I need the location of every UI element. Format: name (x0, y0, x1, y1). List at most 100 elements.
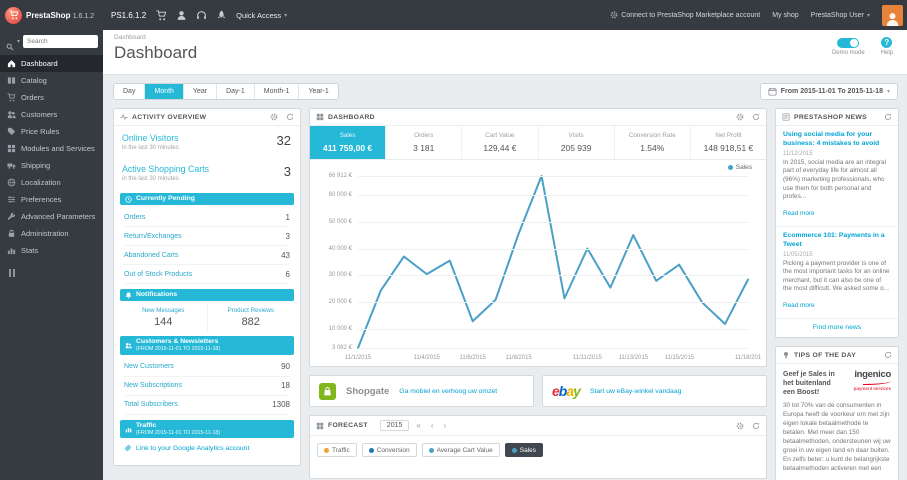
read-more-link[interactable]: Read more (783, 302, 815, 309)
refresh-icon[interactable] (752, 113, 760, 121)
sidebar-item-localization[interactable]: Localization (0, 174, 103, 191)
refresh-icon[interactable] (752, 422, 760, 430)
active-carts-stat[interactable]: Active Shopping Carts in the last 30 min… (114, 157, 300, 188)
help-icon[interactable]: ? (881, 37, 893, 48)
sidebar-item-shipping[interactable]: Shipping (0, 157, 103, 174)
gear-icon[interactable] (736, 113, 744, 121)
range-button-month-1[interactable]: Month-1 (254, 84, 300, 99)
user-menu[interactable]: PrestaShop User ▾ (811, 12, 870, 19)
collapse-sidebar-button[interactable] (9, 269, 103, 277)
news-article[interactable]: Ecommerce 101: Payments in a Tweet 11/05… (776, 227, 898, 320)
pending-row-out-of-stock[interactable]: Out of Stock Products 6 (124, 265, 290, 285)
pending-row-abandoned-carts[interactable]: Abandoned Carts 43 (124, 246, 290, 266)
range-button-year[interactable]: Year (183, 84, 218, 99)
ingenico-logo: ingenico payment services (854, 369, 892, 397)
forecast-prev-button[interactable]: ‹ (428, 421, 437, 430)
chart-y-tick-label: 30 000 € (328, 272, 352, 279)
customers-row-new-customers[interactable]: New Customers 90 (124, 358, 290, 377)
range-button-day-1[interactable]: Day-1 (217, 84, 255, 99)
sidebar-item-price-rules[interactable]: Price Rules (0, 123, 103, 140)
kpi-sales[interactable]: Sales 411 759,00 € (310, 126, 387, 159)
chart-gridline (358, 248, 748, 250)
customers-row-total-subscribers[interactable]: Total Subscribers 1308 (124, 396, 290, 415)
sidebar-item-modules[interactable]: Modules and Services (0, 140, 103, 157)
dashboard-panel-title: DASHBOARD (328, 113, 375, 121)
chart-x-tick-label: 11/15/2015 (664, 355, 695, 361)
article-title[interactable]: Using social media for your business: 4 … (783, 131, 891, 149)
sales-chart-plot (358, 176, 748, 349)
ebay-ad[interactable]: ebay Start uw eBay-winkel vandaag (542, 375, 767, 407)
notifications-banner: Notifications (120, 289, 294, 302)
ebay-cta-link[interactable]: Start uw eBay-winkel vandaag (590, 388, 681, 395)
chart-legend[interactable]: Sales (727, 164, 752, 171)
forecast-next-button[interactable]: › (441, 421, 450, 430)
news-article[interactable]: Using social media for your business: 4 … (776, 126, 898, 227)
range-button-month[interactable]: Month (145, 84, 184, 99)
forecast-legend-average-cart-value[interactable]: Average Cart Value (421, 443, 500, 457)
pending-row-returns[interactable]: Return/Exchanges 3 (124, 227, 290, 247)
forecast-legend-conversion[interactable]: Conversion (361, 443, 417, 457)
range-button-year-1[interactable]: Year-1 (299, 84, 338, 99)
search-input[interactable] (23, 35, 98, 48)
pulse-icon (120, 113, 128, 121)
find-more-news-link[interactable]: Find more news (776, 319, 898, 337)
tips-panel-header: TIPS OF THE DAY (776, 347, 898, 365)
shop-name-link[interactable]: PS1.6.1.2 (111, 11, 146, 20)
gear-icon[interactable] (736, 422, 744, 430)
shopgate-ad[interactable]: Shopgate Ga mobiel en verhoog uw omzet (309, 375, 534, 407)
forecast-prev-fast-button[interactable]: « (413, 421, 423, 430)
product-reviews-stat[interactable]: Product Reviews 882 (206, 304, 295, 332)
modules-grid-icon (7, 144, 16, 153)
sidebar-item-catalog[interactable]: Catalog (0, 72, 103, 89)
forecast-legend-traffic[interactable]: Traffic (317, 443, 357, 457)
customers-row-new-subscriptions[interactable]: New Subscriptions 18 (124, 377, 290, 396)
user-avatar[interactable] (882, 4, 903, 26)
globe-icon (7, 178, 16, 187)
sidebar-item-administration[interactable]: Administration (0, 225, 103, 242)
sidebar-item-dashboard[interactable]: Dashboard (0, 55, 103, 72)
rocket-icon[interactable] (216, 10, 227, 21)
home-icon (7, 59, 16, 68)
sidebar-menu: Dashboard Catalog Orders Customers Price… (0, 55, 103, 259)
read-more-link[interactable]: Read more (783, 210, 815, 217)
kpi-orders[interactable]: Orders 3 181 (386, 126, 463, 159)
prestashop-admin: PrestaShop 1.6.1.2 PS1.6.1.2 Quick Acces… (0, 0, 907, 480)
search-scope-caret-icon[interactable]: ▾ (17, 38, 20, 45)
support-headset-icon[interactable] (196, 10, 207, 21)
demo-mode-toggle[interactable] (837, 38, 860, 48)
marketplace-link[interactable]: Connect to PrestaShop Marketplace accoun… (610, 11, 760, 19)
sidebar-item-customers[interactable]: Customers (0, 106, 103, 123)
article-title[interactable]: Ecommerce 101: Payments in a Tweet (783, 232, 891, 250)
range-button-day[interactable]: Day (114, 84, 146, 99)
sidebar-item-preferences[interactable]: Preferences (0, 191, 103, 208)
tips-body-wrap[interactable]: Geef je Sales in het buitenland een Boos… (776, 364, 898, 480)
kpi-conversion-rate[interactable]: Conversion Rate 1.54% (615, 126, 691, 159)
kpi-net-profit[interactable]: Net Profit 148 918,51 € (691, 126, 766, 159)
refresh-icon[interactable] (884, 351, 892, 359)
forecast-year-select[interactable]: 2015 (379, 420, 410, 431)
sidebar-item-orders[interactable]: Orders (0, 89, 103, 106)
main-content: Dashboard Dashboard Demo mode ? Help Day… (103, 30, 907, 480)
gear-icon[interactable] (270, 113, 278, 121)
google-analytics-link[interactable]: Link to your Google Analytics account (124, 444, 290, 452)
sidebar-item-advanced-parameters[interactable]: Advanced Parameters (0, 208, 103, 225)
date-range-picker[interactable]: From 2015-11-01 To 2015-11-18 ▾ (759, 83, 898, 100)
shop-cart-icon[interactable] (156, 9, 167, 21)
refresh-icon[interactable] (884, 113, 892, 121)
brand[interactable]: PrestaShop 1.6.1.2 (0, 6, 103, 24)
shopgate-cta-link[interactable]: Ga mobiel en verhoog uw omzet (399, 388, 497, 395)
kpi-visits[interactable]: Visits 205 939 (539, 126, 615, 159)
quick-access-menu[interactable]: Quick Access ▾ (236, 11, 287, 20)
sidebar-search: ▾ (0, 30, 103, 52)
customer-person-icon[interactable] (176, 10, 187, 21)
customers-title: Customers & Newsletters (136, 338, 219, 346)
online-visitors-stat[interactable]: Online Visitors in the last 30 minutes 3… (114, 126, 300, 157)
legend-label: Sales (735, 164, 752, 171)
kpi-cart-value[interactable]: Cart Value 129,44 € (462, 126, 539, 159)
new-messages-stat[interactable]: New Messages 144 (120, 304, 207, 331)
sidebar-item-stats[interactable]: Stats (0, 242, 103, 259)
refresh-icon[interactable] (286, 113, 294, 121)
forecast-legend-sales[interactable]: Sales (504, 443, 543, 457)
pending-row-orders[interactable]: Orders 1 (124, 208, 290, 228)
my-shop-link[interactable]: My shop (772, 12, 798, 19)
